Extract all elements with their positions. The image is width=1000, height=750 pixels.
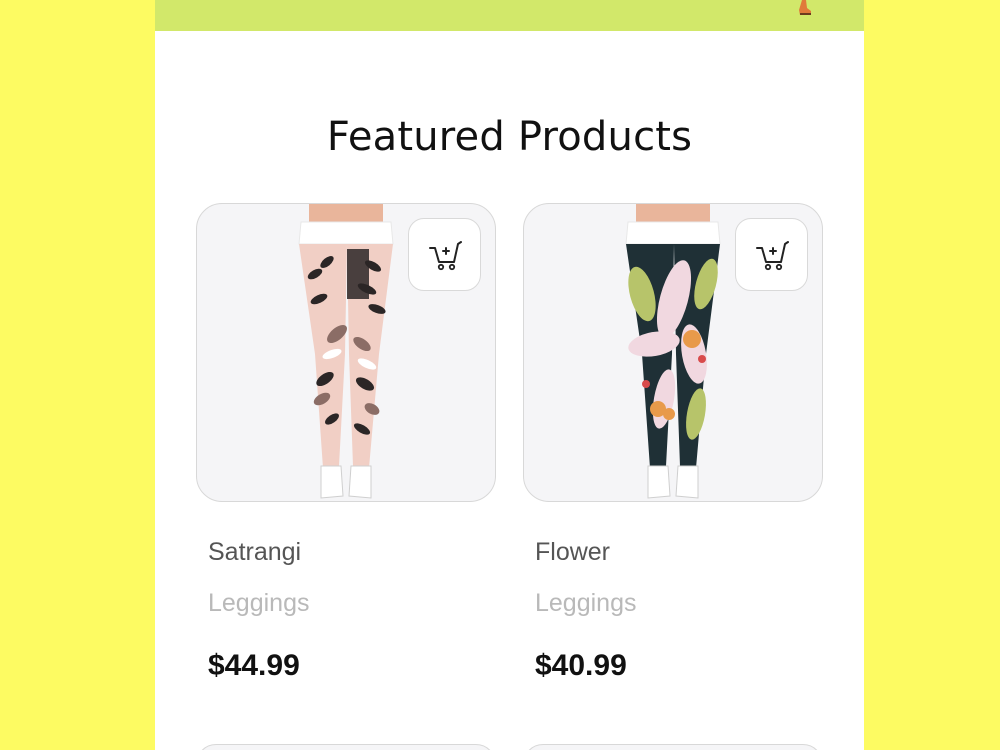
product-card-next[interactable] bbox=[196, 744, 496, 750]
section-title: Featured Products bbox=[326, 114, 693, 160]
product-price: $44.99 bbox=[208, 649, 300, 682]
product-card[interactable]: Flower Leggings $40.99 bbox=[523, 203, 823, 682]
add-to-cart-button[interactable] bbox=[735, 218, 808, 291]
top-bar bbox=[155, 0, 864, 31]
product-category: Leggings bbox=[208, 589, 310, 617]
add-to-cart-icon bbox=[755, 240, 789, 270]
product-card[interactable]: Satrangi Leggings $44.99 bbox=[196, 203, 496, 682]
product-image[interactable] bbox=[523, 203, 823, 502]
add-to-cart-button[interactable] bbox=[408, 218, 481, 291]
product-price: $40.99 bbox=[535, 649, 627, 682]
product-category: Leggings bbox=[535, 589, 637, 617]
add-to-cart-icon bbox=[428, 240, 462, 270]
product-card-next[interactable] bbox=[523, 744, 823, 750]
product-name[interactable]: Satrangi bbox=[208, 538, 301, 567]
app-screen: Featured Products Satrangi Leggings $44.… bbox=[155, 0, 864, 750]
sneaker-icon[interactable] bbox=[796, 0, 814, 18]
product-image[interactable] bbox=[196, 203, 496, 502]
product-name[interactable]: Flower bbox=[535, 538, 610, 567]
